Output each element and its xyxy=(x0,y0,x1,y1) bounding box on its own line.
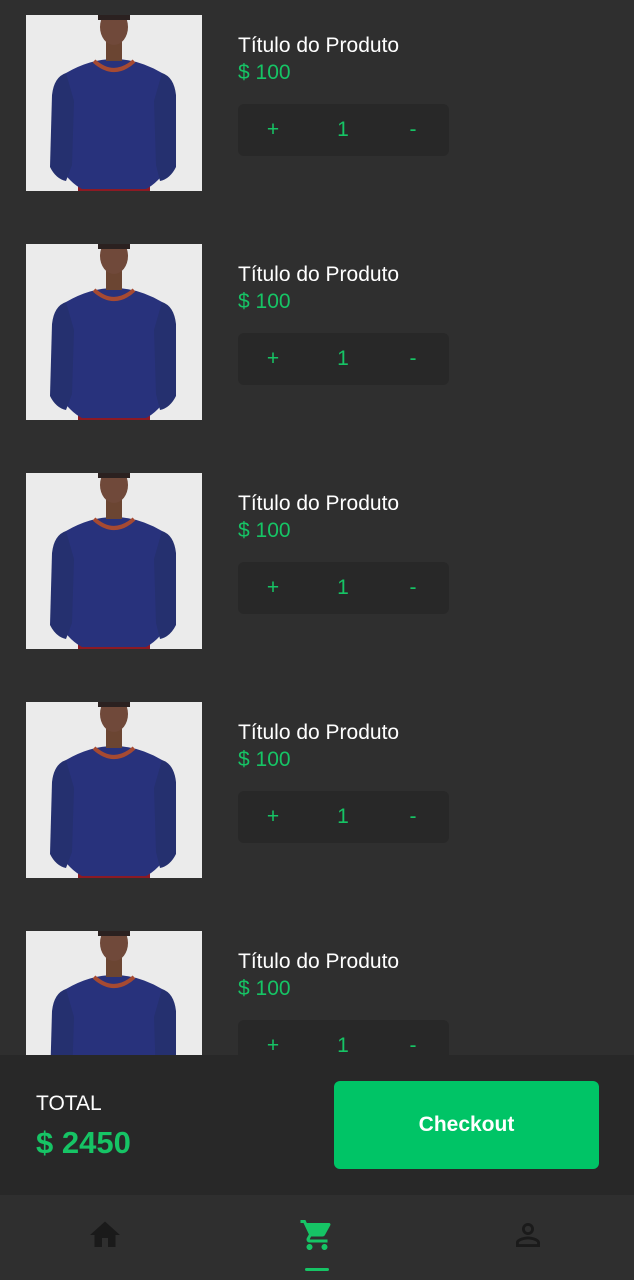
cart-item: Título do Produto $ 100 + 1 - xyxy=(0,229,634,458)
quantity-value: 1 xyxy=(337,118,349,141)
decrease-button[interactable]: - xyxy=(393,1020,433,1055)
active-tab-indicator xyxy=(305,1268,329,1271)
increase-button[interactable]: + xyxy=(253,562,293,614)
product-image xyxy=(26,702,202,878)
product-title: Título do Produto xyxy=(238,950,400,973)
increase-button[interactable]: + xyxy=(253,104,293,156)
decrease-button[interactable]: - xyxy=(393,791,433,843)
product-price: $ 100 xyxy=(238,748,291,771)
product-image xyxy=(26,931,202,1055)
quantity-stepper: + 1 - xyxy=(238,104,449,156)
quantity-stepper: + 1 - xyxy=(238,562,449,614)
product-photo-sweater xyxy=(26,931,202,1055)
product-photo-sweater xyxy=(26,244,202,420)
increase-button[interactable]: + xyxy=(253,1020,293,1055)
nav-home[interactable] xyxy=(55,1195,155,1280)
cart-item: Título do Produto $ 100 + 1 - xyxy=(0,687,634,916)
cart-item: Título do Produto $ 100 + 1 - xyxy=(0,458,634,687)
decrease-button[interactable]: - xyxy=(393,333,433,385)
product-image xyxy=(26,15,202,191)
product-title: Título do Produto xyxy=(238,263,400,286)
decrease-button[interactable]: - xyxy=(393,104,433,156)
quantity-value: 1 xyxy=(337,347,349,370)
product-image xyxy=(26,244,202,420)
product-image xyxy=(26,473,202,649)
quantity-value: 1 xyxy=(337,1034,349,1055)
cart-list[interactable]: Título do Produto $ 100 + 1 - Título do … xyxy=(0,0,634,1055)
cart-item: Título do Produto $ 100 + 1 - xyxy=(0,0,634,229)
product-photo-sweater xyxy=(26,702,202,878)
profile-icon xyxy=(516,1223,540,1247)
cart-footer: TOTAL $ 2450 Checkout xyxy=(0,1055,634,1195)
nav-cart[interactable] xyxy=(267,1195,367,1280)
quantity-value: 1 xyxy=(337,805,349,828)
cart-item: Título do Produto $ 100 + 1 - xyxy=(0,916,634,1055)
nav-profile[interactable] xyxy=(478,1195,578,1280)
total-label: TOTAL xyxy=(36,1092,102,1115)
quantity-stepper: + 1 - xyxy=(238,1020,449,1055)
total-value: $ 2450 xyxy=(36,1125,131,1160)
quantity-stepper: + 1 - xyxy=(238,333,449,385)
checkout-button[interactable]: Checkout xyxy=(334,1081,599,1169)
increase-button[interactable]: + xyxy=(253,333,293,385)
product-title: Título do Produto xyxy=(238,492,400,515)
quantity-stepper: + 1 - xyxy=(238,791,449,843)
product-photo-sweater xyxy=(26,15,202,191)
product-price: $ 100 xyxy=(238,290,291,313)
product-price: $ 100 xyxy=(238,61,291,84)
product-photo-sweater xyxy=(26,473,202,649)
product-title: Título do Produto xyxy=(238,721,400,744)
home-icon xyxy=(90,1221,120,1247)
increase-button[interactable]: + xyxy=(253,791,293,843)
product-price: $ 100 xyxy=(238,977,291,1000)
bottom-nav xyxy=(0,1195,634,1280)
quantity-value: 1 xyxy=(337,576,349,599)
decrease-button[interactable]: - xyxy=(393,562,433,614)
cart-icon xyxy=(300,1220,331,1250)
product-title: Título do Produto xyxy=(238,34,400,57)
product-price: $ 100 xyxy=(238,519,291,542)
